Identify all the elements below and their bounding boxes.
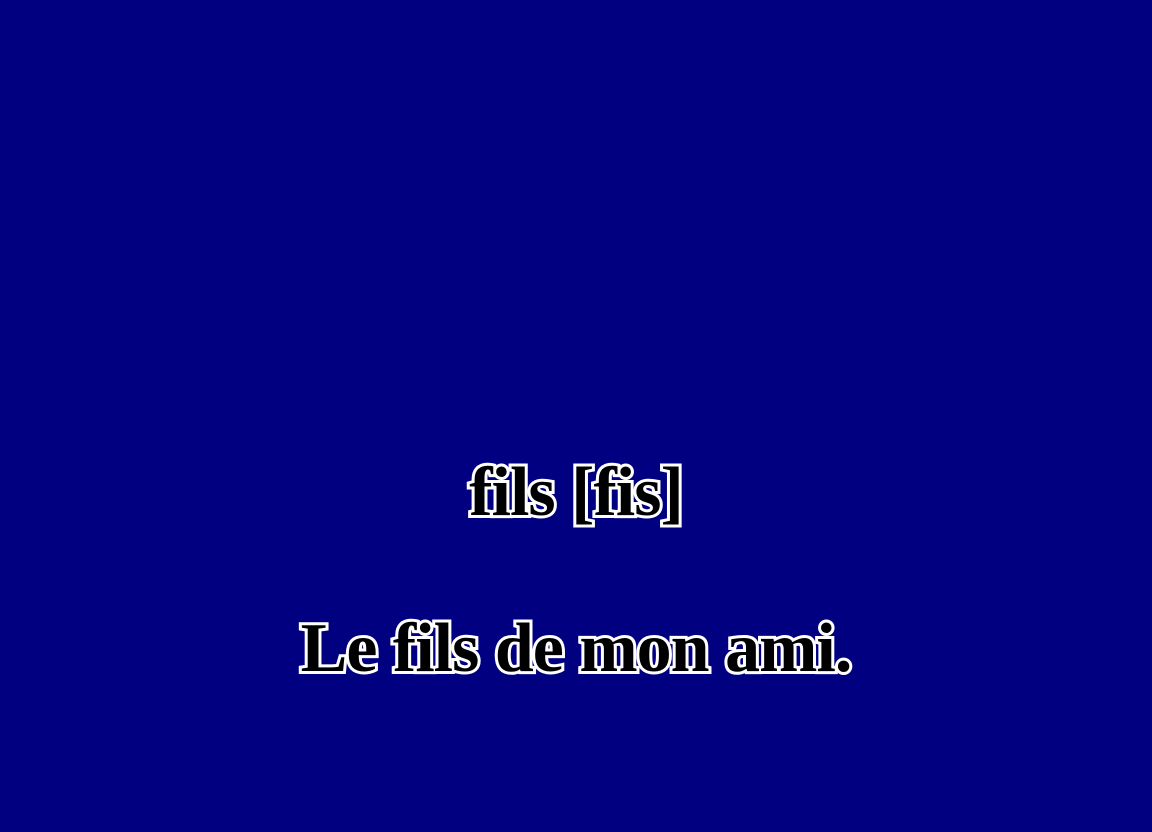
- vocabulary-word: fils [fis]: [466, 454, 687, 531]
- slide: fils [fis] Le fils de mon ami.: [0, 0, 1152, 832]
- example-sentence: Le fils de mon ami.: [298, 610, 856, 687]
